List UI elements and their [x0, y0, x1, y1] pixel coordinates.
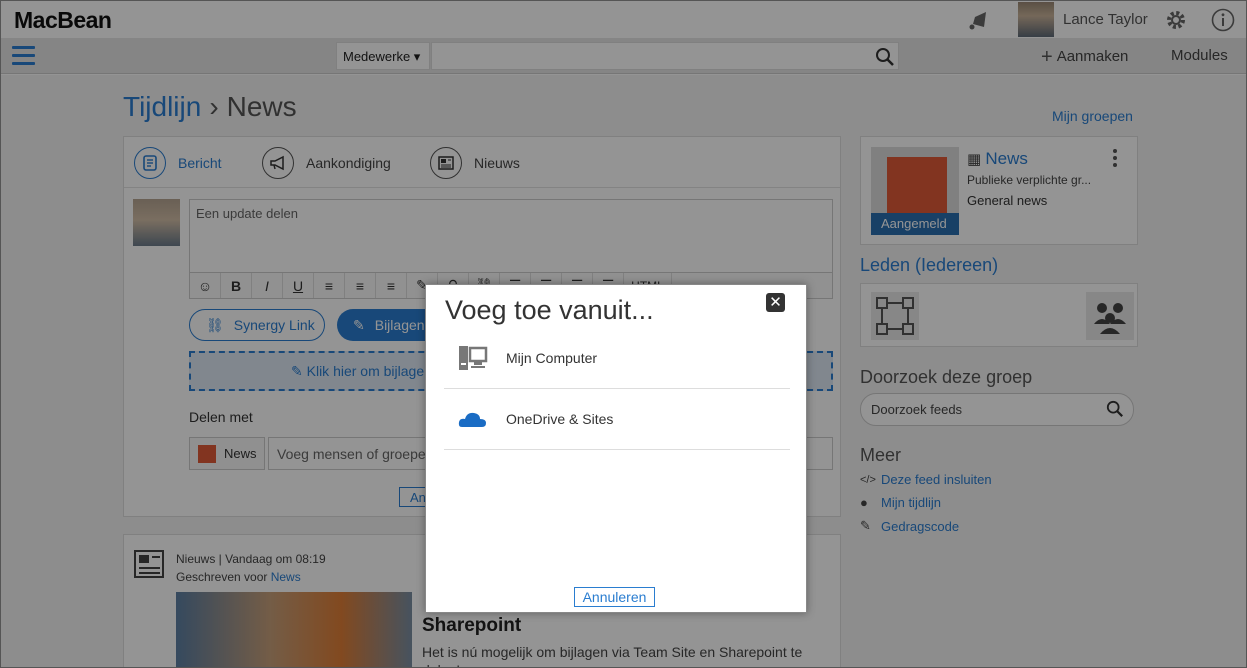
app-window: MacBean Lance Taylor Medewerke ▾ + Aanmak…: [0, 0, 1247, 668]
onedrive-cloud-icon: [444, 409, 502, 429]
computer-icon: [444, 345, 502, 371]
dialog-title: Voeg toe vanuit...: [445, 295, 654, 325]
option-label: OneDrive & Sites: [506, 411, 614, 427]
option-onedrive-sites[interactable]: OneDrive & Sites: [444, 389, 790, 450]
close-icon[interactable]: ✕: [766, 293, 785, 312]
option-my-computer[interactable]: Mijn Computer: [444, 328, 790, 389]
cancel-button[interactable]: Annuleren: [574, 587, 655, 607]
option-label: Mijn Computer: [506, 350, 598, 366]
add-from-dialog: Voeg toe vanuit... ✕ Mijn Computer OneDr…: [425, 284, 807, 613]
